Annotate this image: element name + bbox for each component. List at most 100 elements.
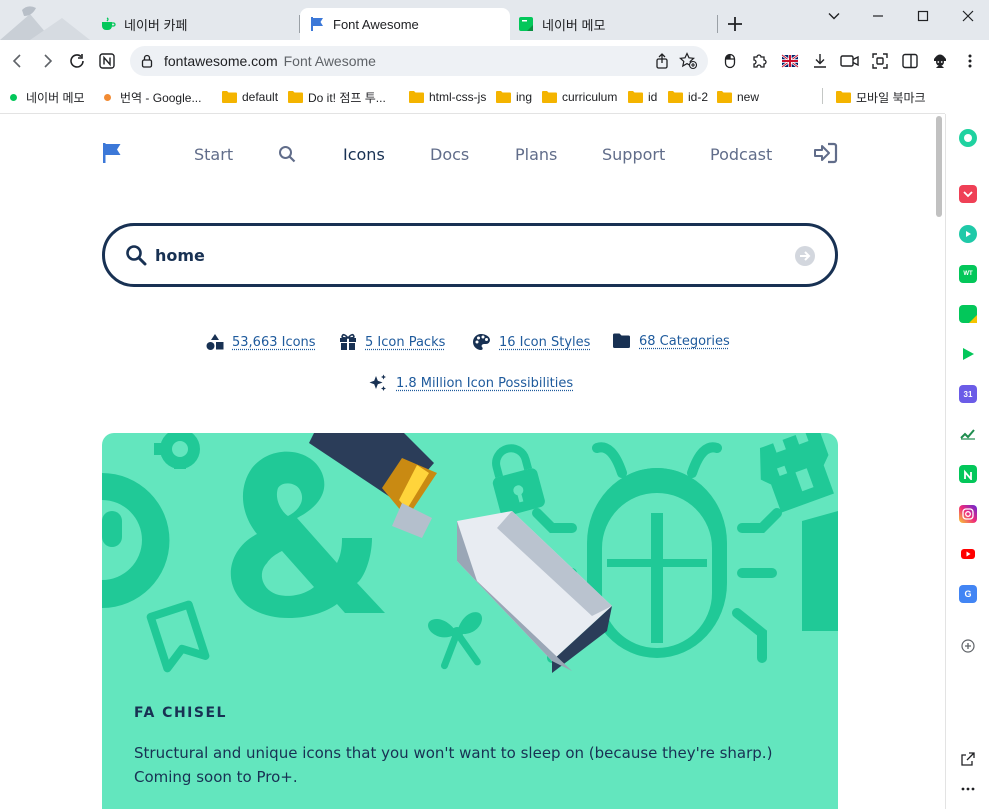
player-icon[interactable]: [959, 225, 977, 243]
nav-docs[interactable]: Docs: [430, 145, 469, 164]
site-dot-icon: [10, 93, 17, 101]
stock-chart-icon[interactable]: [959, 425, 977, 443]
promo-banner[interactable]: FA CHISEL Structural and unique icons th…: [102, 433, 838, 809]
search-submit-button[interactable]: [795, 246, 815, 266]
stat-categories-link[interactable]: 68 Categories: [639, 334, 730, 349]
maximize-icon: [917, 10, 929, 22]
page-scrollbar[interactable]: [935, 114, 945, 809]
folder-icon: [628, 91, 643, 103]
forward-button[interactable]: [35, 49, 59, 73]
tab-naver-memo[interactable]: 네이버 메모: [518, 8, 718, 40]
tab-separator: [717, 15, 718, 33]
folder-icon: [409, 91, 424, 103]
uk-flag-icon: [781, 54, 799, 68]
bookmark-item[interactable]: 네이버 메모: [10, 88, 85, 106]
tab-font-awesome[interactable]: Font Awesome: [300, 8, 510, 40]
nav-plans[interactable]: Plans: [515, 145, 557, 164]
naver-shopping-icon[interactable]: [959, 465, 977, 483]
naver-whale-button[interactable]: [95, 49, 119, 73]
mouse-icon: [724, 53, 736, 69]
puzzle-icon: [753, 54, 767, 68]
whale-space-icon[interactable]: [959, 129, 977, 147]
star-add-icon: [679, 52, 697, 70]
instagram-icon[interactable]: [959, 505, 977, 523]
ribbon-icon: [428, 612, 483, 670]
arrow-right-icon: [44, 54, 53, 68]
search-query-text: home: [155, 245, 205, 265]
nav-podcast[interactable]: Podcast: [710, 145, 772, 164]
folder-icon: [542, 91, 557, 103]
bookmarks-separator: [822, 88, 823, 104]
web-page: Start Icons Docs Plans Support Podcast h…: [0, 114, 935, 809]
nav-search-button[interactable]: [278, 145, 296, 163]
new-tab-button[interactable]: [725, 14, 745, 34]
browser-menu-button[interactable]: [958, 49, 982, 73]
stat-icon-packs-link[interactable]: 5 Icon Packs: [365, 335, 445, 350]
side-panel-icon: [902, 53, 918, 69]
extension-mouse-button[interactable]: [718, 49, 742, 73]
calendar-icon[interactable]: 31: [959, 385, 977, 403]
youtube-icon[interactable]: [959, 545, 977, 563]
extensions-button[interactable]: [748, 49, 772, 73]
bookmark-item[interactable]: new: [717, 88, 759, 106]
share-button[interactable]: [652, 51, 672, 71]
icon-search-input[interactable]: home: [102, 223, 838, 287]
bookmark-item[interactable]: id-2: [668, 88, 708, 106]
bookmark-item[interactable]: id: [628, 88, 657, 106]
naver-tv-icon[interactable]: [959, 345, 977, 363]
bookmark-label: Do it! 점프 투...: [308, 90, 386, 105]
bookmark-item[interactable]: default: [222, 88, 278, 106]
bookmark-item[interactable]: Do it! 점프 투...: [288, 88, 386, 106]
video-button[interactable]: [838, 49, 862, 73]
bookmark-label: new: [737, 90, 760, 104]
side-panel-button[interactable]: [898, 49, 922, 73]
pocket-icon[interactable]: [959, 185, 977, 203]
reload-button[interactable]: [65, 49, 89, 73]
site-dot-icon: [104, 93, 111, 101]
naver-memo-icon[interactable]: [959, 305, 977, 323]
naver-memo-icon: [519, 17, 533, 31]
scrollbar-thumb[interactable]: [936, 116, 942, 217]
stat-icons: 53,663 Icons: [206, 333, 316, 351]
stat-icon-styles-link[interactable]: 16 Icon Styles: [499, 335, 590, 350]
bookmark-item[interactable]: 모바일 북마크: [836, 88, 926, 106]
bookmark-item[interactable]: 번역 - Google...: [104, 88, 201, 106]
profile-button[interactable]: [928, 49, 952, 73]
folder-icon: [288, 91, 303, 103]
screenshot-icon: [872, 53, 888, 69]
bookmark-star-button[interactable]: [678, 51, 698, 71]
bookmark-item[interactable]: curriculum: [542, 88, 617, 106]
tab-naver-cafe[interactable]: 네이버 카페: [100, 8, 290, 40]
screenshot-button[interactable]: [868, 49, 892, 73]
minimize-button[interactable]: [855, 0, 901, 32]
stat-possibilities-link[interactable]: 1.8 Million Icon Possibilities: [396, 376, 573, 391]
close-window-button[interactable]: [945, 0, 989, 32]
tab-strip: 네이버 카페 Font Awesome 네이버 메모: [0, 0, 989, 40]
maximize-button[interactable]: [900, 0, 946, 32]
folder-icon: [668, 91, 683, 103]
nav-support[interactable]: Support: [602, 145, 665, 164]
arrow-circle-right-icon: [795, 246, 815, 266]
naver-webtoon-icon[interactable]: WT: [959, 265, 977, 283]
nav-start[interactable]: Start: [194, 145, 233, 164]
address-page-title: Font Awesome: [283, 53, 376, 69]
tab-title: 네이버 카페: [124, 17, 188, 33]
google-translate-icon[interactable]: G: [959, 585, 977, 603]
bookmark-item[interactable]: ing: [496, 88, 532, 106]
tab-search-button[interactable]: [811, 0, 857, 32]
address-bar[interactable]: fontawesome.com Font Awesome: [130, 46, 708, 76]
panel-more-button[interactable]: [959, 780, 977, 798]
translate-flag-button[interactable]: [778, 49, 802, 73]
bookmark-item[interactable]: html-css-js: [409, 88, 486, 106]
site-info-icon[interactable]: [140, 54, 154, 68]
open-new-window-button[interactable]: [959, 750, 977, 768]
sign-in-button[interactable]: [814, 142, 838, 164]
font-awesome-flag-icon: [103, 143, 121, 163]
stat-icons-link[interactable]: 53,663 Icons: [232, 335, 316, 350]
bookmark-label: id-2: [688, 90, 709, 104]
downloads-button[interactable]: [808, 49, 832, 73]
back-button[interactable]: [6, 49, 30, 73]
add-panel-button[interactable]: [959, 637, 977, 655]
font-awesome-logo[interactable]: [102, 142, 122, 164]
nav-icons[interactable]: Icons: [343, 145, 385, 164]
